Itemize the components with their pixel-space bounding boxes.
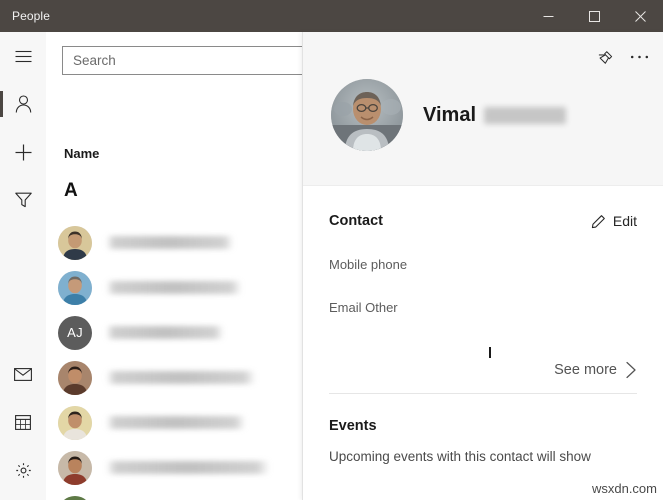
watermark: wsxdn.com [591, 481, 657, 496]
see-more-button[interactable]: See more [329, 361, 637, 379]
avatar: AJ [58, 315, 92, 350]
sidebar-item-people[interactable] [0, 80, 46, 128]
list-item-name-redacted [106, 416, 246, 429]
window-controls [525, 0, 663, 32]
person-icon [15, 95, 31, 113]
avatar [58, 270, 92, 305]
section-divider [329, 393, 637, 394]
avatar-photo [58, 360, 92, 395]
avatar-initials: AJ [67, 325, 83, 340]
mail-icon [14, 367, 32, 381]
avatar [58, 360, 92, 395]
contact-detail-body: Contact Edit Mobile phone Email Other Se… [303, 213, 663, 465]
edit-contact-button[interactable]: Edit [591, 213, 637, 229]
field-label-mobile-phone: Mobile phone [329, 257, 408, 272]
calendar-icon [15, 415, 31, 430]
navigation-rail [0, 32, 47, 500]
avatar-photo [58, 405, 92, 440]
sidebar-item-menu[interactable] [0, 32, 46, 80]
navigation-rail-bottom-group [0, 350, 46, 494]
avatar [58, 495, 92, 500]
minimize-icon [543, 15, 553, 17]
pencil-icon [591, 214, 605, 228]
list-column-header-name: Name [64, 146, 100, 161]
see-more-label: See more [554, 362, 617, 378]
list-item[interactable] [46, 490, 346, 500]
list-item[interactable] [46, 400, 346, 445]
sidebar-item-filter[interactable] [0, 176, 46, 224]
chevron-right-icon [626, 361, 636, 379]
more-options-icon [630, 55, 648, 59]
contact-name: Vimal [423, 104, 566, 127]
sidebar-item-new-contact[interactable] [0, 128, 46, 176]
list-item-name-redacted [106, 281, 242, 294]
contact-detail-pane: Vimal Contact Edit Mobile phone Email Ot… [302, 32, 663, 500]
events-empty-note: Upcoming events with this contact will s… [329, 449, 591, 464]
list-item-name-redacted [106, 371, 256, 384]
pin-icon [598, 50, 612, 64]
contact-detail-actions [589, 42, 655, 72]
list-item[interactable] [46, 265, 346, 310]
edit-contact-label: Edit [612, 213, 637, 229]
avatar-photo [331, 79, 403, 151]
list-item[interactable] [46, 220, 346, 265]
maximize-button[interactable] [571, 0, 617, 32]
avatar [58, 405, 92, 440]
search-placeholder: Search [73, 53, 116, 68]
pin-button[interactable] [589, 42, 621, 72]
minimize-button[interactable] [525, 0, 571, 32]
avatar-photo [58, 225, 92, 260]
list-item[interactable] [46, 355, 346, 400]
sidebar-item-calendar[interactable] [0, 398, 46, 446]
avatar-photo [58, 495, 92, 500]
events-section-title: Events [329, 418, 377, 434]
avatar [58, 450, 92, 485]
people-app-window: People Search Name A AJ Vimal Contact Ed… [0, 0, 663, 500]
window-title: People [12, 9, 50, 23]
avatar-photo [58, 450, 92, 485]
field-label-email-other: Email Other [329, 300, 398, 315]
contact-first-name: Vimal [423, 103, 476, 126]
close-icon [634, 10, 646, 22]
filter-icon [14, 192, 32, 208]
contact-list: AJ [46, 220, 346, 500]
contact-detail-header: Vimal [303, 32, 663, 186]
contact-section-header: Contact Edit [329, 213, 637, 229]
list-item-name-redacted [106, 236, 234, 249]
plus-icon [15, 144, 31, 160]
contact-last-name-redacted [484, 106, 566, 124]
sidebar-item-mail[interactable] [0, 350, 46, 398]
avatar [58, 225, 92, 260]
list-group-header-letter: A [64, 180, 78, 201]
gear-icon [15, 462, 31, 478]
contact-avatar-large[interactable] [331, 79, 403, 151]
contact-identity: Vimal [331, 79, 566, 151]
title-bar: People [0, 0, 663, 32]
list-item[interactable]: AJ [46, 310, 346, 355]
text-cursor-caret [489, 347, 491, 358]
navigation-rail-top-group [0, 32, 46, 224]
close-button[interactable] [617, 0, 663, 32]
list-item-name-redacted [106, 326, 224, 339]
list-item[interactable] [46, 445, 346, 490]
hamburger-menu-icon [15, 50, 31, 62]
avatar-photo [58, 270, 92, 305]
maximize-icon [588, 10, 600, 22]
more-options-button[interactable] [623, 42, 655, 72]
list-item-name-redacted [106, 461, 270, 474]
sidebar-item-settings[interactable] [0, 446, 46, 494]
contact-section-title: Contact [329, 213, 383, 229]
